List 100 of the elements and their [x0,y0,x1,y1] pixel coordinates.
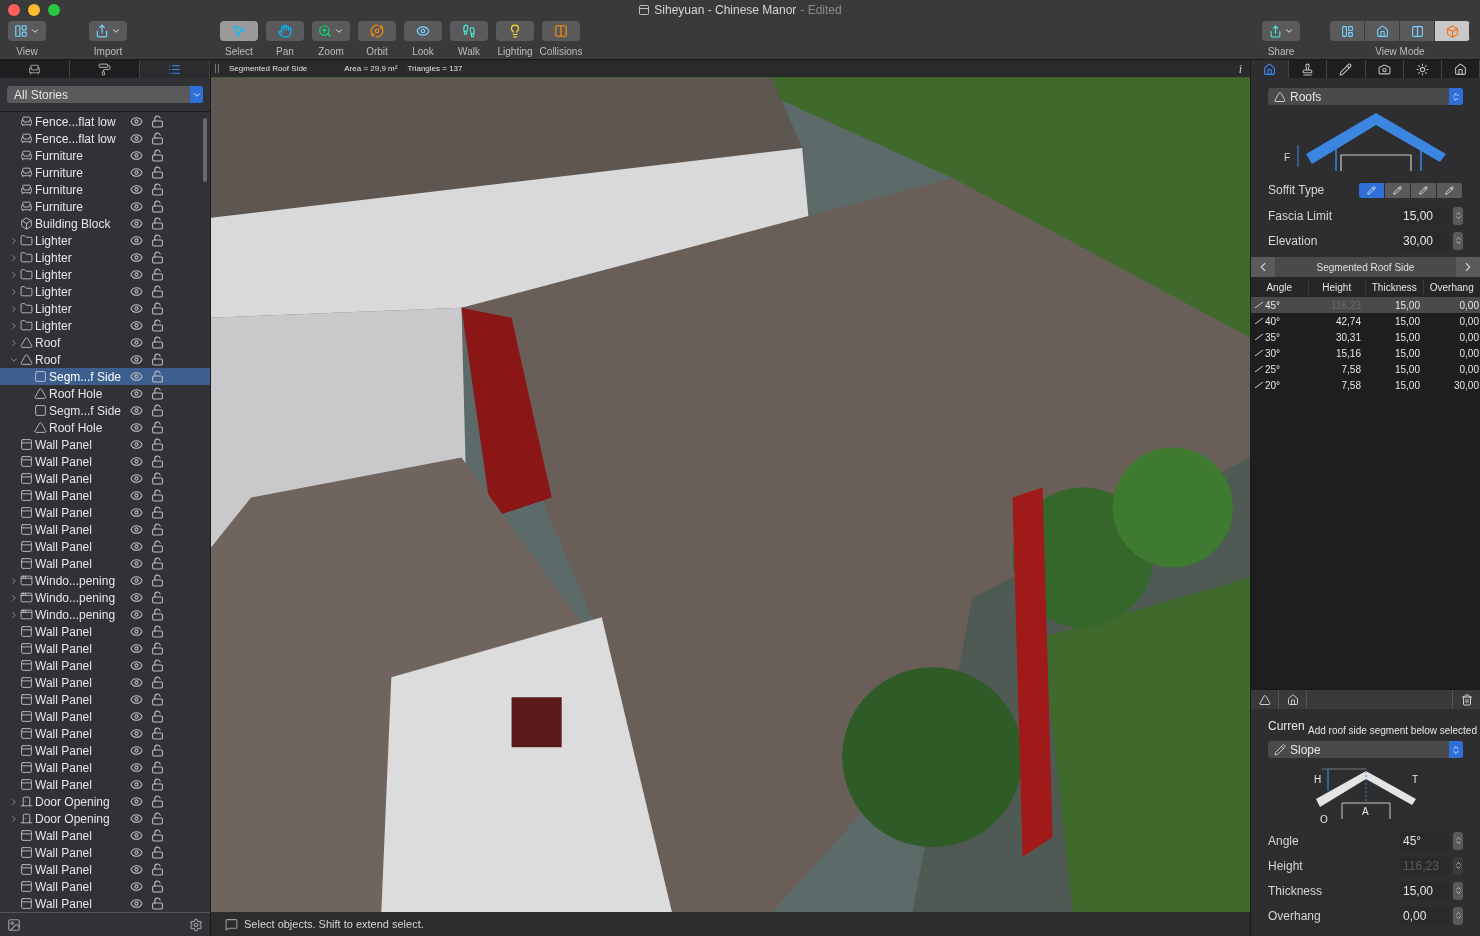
story-filter-select[interactable]: All Stories [7,86,203,103]
tree-item[interactable]: Lighter [0,300,210,317]
tree-item[interactable]: Fence...flat low [0,113,210,130]
visibility-icon[interactable] [130,472,143,485]
lock-open-icon[interactable] [151,642,164,655]
chevron-right-icon[interactable] [9,796,19,807]
soffit-option[interactable] [1437,182,1463,198]
lock-open-icon[interactable] [151,404,164,417]
column-header[interactable]: Height [1308,279,1366,295]
lock-open-icon[interactable] [151,217,164,230]
lock-open-icon[interactable] [151,234,164,247]
visibility-icon[interactable] [130,693,143,706]
visibility-icon[interactable] [130,659,143,672]
visibility-icon[interactable] [130,353,143,366]
lock-open-icon[interactable] [151,336,164,349]
lock-open-icon[interactable] [151,591,164,604]
lock-open-icon[interactable] [151,132,164,145]
toolbar-button[interactable]: Pan [262,21,308,59]
tree-item[interactable]: Wall Panel [0,453,210,470]
lock-open-icon[interactable] [151,387,164,400]
lock-open-icon[interactable] [151,676,164,689]
lock-open-icon[interactable] [151,863,164,876]
tree-item[interactable]: Lighter [0,266,210,283]
view-mode-button[interactable] [1400,21,1435,41]
lock-open-icon[interactable] [151,880,164,893]
visibility-icon[interactable] [130,591,143,604]
tree-item[interactable]: Furniture [0,198,210,215]
chevron-right-icon[interactable] [9,286,19,297]
tree-item[interactable]: Wall Panel [0,691,210,708]
visibility-icon[interactable] [130,608,143,621]
tree-item[interactable]: Wall Panel [0,640,210,657]
next-button[interactable] [1456,257,1480,277]
visibility-icon[interactable] [130,795,143,808]
tree-item[interactable]: Wall Panel [0,861,210,878]
segment-row[interactable]: 20° 7,58 15,00 30,00 [1251,377,1480,393]
tree-item[interactable]: Lighter [0,283,210,300]
tree-item[interactable]: Wall Panel [0,521,210,538]
lock-open-icon[interactable] [151,812,164,825]
tree-item[interactable]: Wall Panel [0,827,210,844]
lock-open-icon[interactable] [151,421,164,434]
segment-row[interactable]: 40° 42,74 15,00 0,00 [1251,313,1480,329]
visibility-icon[interactable] [130,744,143,757]
chevron-right-icon[interactable] [9,337,19,348]
tree-item[interactable]: Lighter [0,317,210,334]
lock-open-icon[interactable] [151,710,164,723]
visibility-icon[interactable] [130,183,143,196]
tree-item[interactable]: Wall Panel [0,623,210,640]
type-select[interactable]: Roofs [1268,88,1463,105]
scrollbar[interactable] [203,118,207,182]
visibility-icon[interactable] [130,438,143,451]
toolbar-button[interactable]: Collisions [538,21,584,59]
view-mode-button[interactable] [1330,21,1365,41]
lock-open-icon[interactable] [151,149,164,162]
tree-item[interactable]: Wall Panel [0,776,210,793]
visibility-icon[interactable] [130,557,143,570]
lock-open-icon[interactable] [151,829,164,842]
toolbar-button[interactable]: Lighting [492,21,538,59]
lock-open-icon[interactable] [151,744,164,757]
lock-open-icon[interactable] [151,438,164,451]
chevron-right-icon[interactable] [9,592,19,603]
help-icon[interactable] [225,917,238,931]
tree-item[interactable]: Wall Panel [0,538,210,555]
visibility-icon[interactable] [130,829,143,842]
soffit-option[interactable] [1385,182,1411,198]
column-header[interactable]: Thickness [1366,279,1424,295]
toolbar-button[interactable]: Walk [446,21,492,59]
tree-item[interactable]: Wall Panel [0,708,210,725]
tree-item[interactable]: Wall Panel [0,470,210,487]
toolbar-button[interactable]: View [4,21,50,59]
tree-item[interactable]: Wall Panel [0,725,210,742]
visibility-icon[interactable] [130,132,143,145]
segment-row[interactable]: 35° 30,31 15,00 0,00 [1251,329,1480,345]
lock-open-icon[interactable] [151,846,164,859]
lock-open-icon[interactable] [151,268,164,281]
tree-item[interactable]: Furniture [0,181,210,198]
tree-item[interactable]: Roof Hole [0,385,210,402]
tree-item[interactable]: Furniture [0,147,210,164]
lock-open-icon[interactable] [151,693,164,706]
lock-open-icon[interactable] [151,370,164,383]
stepper[interactable] [1453,856,1463,875]
tree-item[interactable]: Windo...pening [0,572,210,589]
visibility-icon[interactable] [130,166,143,179]
tree-item[interactable]: Wall Panel [0,895,210,912]
visibility-icon[interactable] [130,251,143,264]
visibility-icon[interactable] [130,404,143,417]
lock-open-icon[interactable] [151,183,164,196]
lock-open-icon[interactable] [151,506,164,519]
visibility-icon[interactable] [130,642,143,655]
tree-item[interactable]: Building Block [0,215,210,232]
tree-item[interactable]: Wall Panel [0,555,210,572]
visibility-icon[interactable] [130,506,143,519]
visibility-icon[interactable] [130,115,143,128]
tree-item[interactable]: Segm...f Side [0,402,210,419]
lock-open-icon[interactable] [151,489,164,502]
lock-open-icon[interactable] [151,302,164,315]
lock-open-icon[interactable] [151,251,164,264]
visibility-icon[interactable] [130,778,143,791]
inspector-tab[interactable] [1251,60,1290,78]
chevron-right-icon[interactable] [9,320,19,331]
tree-item[interactable]: Wall Panel [0,487,210,504]
